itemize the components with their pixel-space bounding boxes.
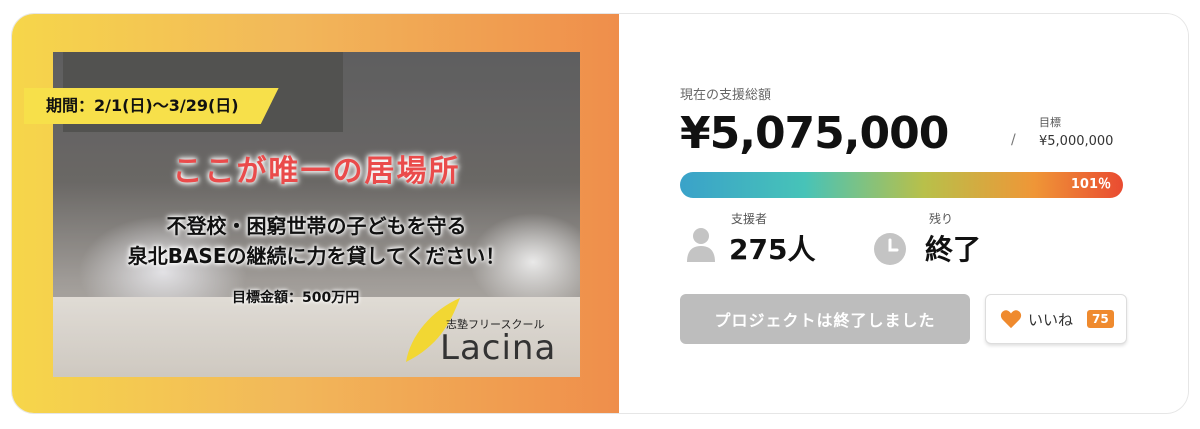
supporters-count: 275人 bbox=[729, 233, 816, 266]
clock-icon bbox=[874, 233, 906, 265]
banner-subtitle-line1: 不登校・困窮世帯の子どもを守る bbox=[166, 214, 467, 238]
like-label: いいね bbox=[1028, 310, 1074, 329]
current-amount: ¥5,075,000 bbox=[680, 108, 949, 159]
person-icon bbox=[687, 228, 715, 262]
project-card: 期間：2/1(日)〜3/29(日) ここが唯一の居場所 不登校・困窮世帯の子ども… bbox=[12, 14, 1188, 413]
lacina-logo: 志塾フリースクール Lacina bbox=[402, 296, 562, 368]
banner-subtitle-line2: 泉北BASEの継続に力を貸してください！ bbox=[127, 244, 506, 268]
period-badge: 期間：2/1(日)〜3/29(日) bbox=[24, 88, 279, 124]
heart-icon bbox=[1000, 310, 1022, 329]
supporters-label: 支援者 bbox=[731, 212, 768, 226]
banner-catchphrase: ここが唯一の居場所 bbox=[172, 154, 461, 189]
like-button[interactable]: いいね 75 bbox=[985, 294, 1127, 344]
progress-percent: 101％ bbox=[1070, 177, 1111, 192]
amount-separator: / bbox=[1011, 132, 1016, 148]
current-amount-label: 現在の支援総額 bbox=[680, 88, 772, 103]
funding-panel: 現在の支援総額 ¥5,075,000 / 目標 ¥5,000,000 101％ … bbox=[619, 14, 1188, 413]
progress-bar: 101％ bbox=[680, 172, 1123, 198]
project-ended-button[interactable]: プロジェクトは終了しました bbox=[680, 294, 970, 344]
target-amount: ¥5,000,000 bbox=[1039, 134, 1114, 149]
target-label: 目標 bbox=[1039, 116, 1061, 129]
remaining-label: 残り bbox=[929, 212, 954, 226]
like-count-badge: 75 bbox=[1087, 310, 1114, 328]
banner-area: 期間：2/1(日)〜3/29(日) ここが唯一の居場所 不登校・困窮世帯の子ども… bbox=[12, 14, 619, 413]
logo-name: Lacina bbox=[440, 328, 557, 368]
banner-goal-note: 目標金額：500万円 bbox=[232, 290, 360, 306]
remaining-value: 終了 bbox=[925, 233, 982, 266]
